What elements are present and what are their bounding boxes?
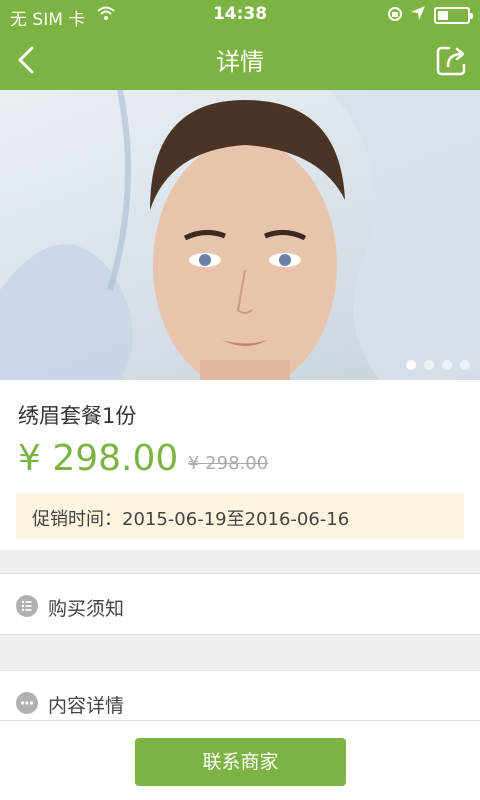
share-button[interactable] [432,40,472,80]
rotation-lock-icon [386,5,404,28]
original-price: ¥ 298.00 [188,453,269,474]
location-icon [410,5,426,26]
product-name: 绣眉套餐1份 [18,404,137,428]
carousel-dot[interactable] [442,360,452,370]
battery-icon [434,7,473,24]
carousel-dot[interactable] [424,360,434,370]
product-photo [0,90,480,380]
more-icon [16,692,38,714]
top-bar: 无 SIM 卡 14:38 详情 [0,0,480,90]
share-icon [436,46,466,76]
status-bar: 无 SIM 卡 14:38 [0,0,480,30]
list-icon [16,595,38,617]
section-label: 内容详情 [48,695,125,717]
product-image-carousel[interactable] [0,90,480,380]
purchase-notice-section[interactable]: 购买须知 [0,573,480,635]
product-info: 绣眉套餐1份 ¥ 298.00 ¥ 298.00 促销时间：2015-06-19… [0,380,480,550]
carousel-dot[interactable] [406,360,416,370]
carousel-dot[interactable] [460,360,470,370]
promo-period: 促销时间：2015-06-19至2016-06-16 [16,494,464,538]
contact-merchant-button[interactable]: 联系商家 [135,738,346,786]
carousel-indicator [406,360,470,370]
bottom-bar: 联系商家 [0,720,480,800]
page-title: 详情 [216,48,264,76]
status-time: 14:38 [212,4,268,24]
section-label: 购买须知 [48,598,125,620]
battery-level [438,11,448,20]
product-price: ¥ 298.00 [18,438,179,479]
